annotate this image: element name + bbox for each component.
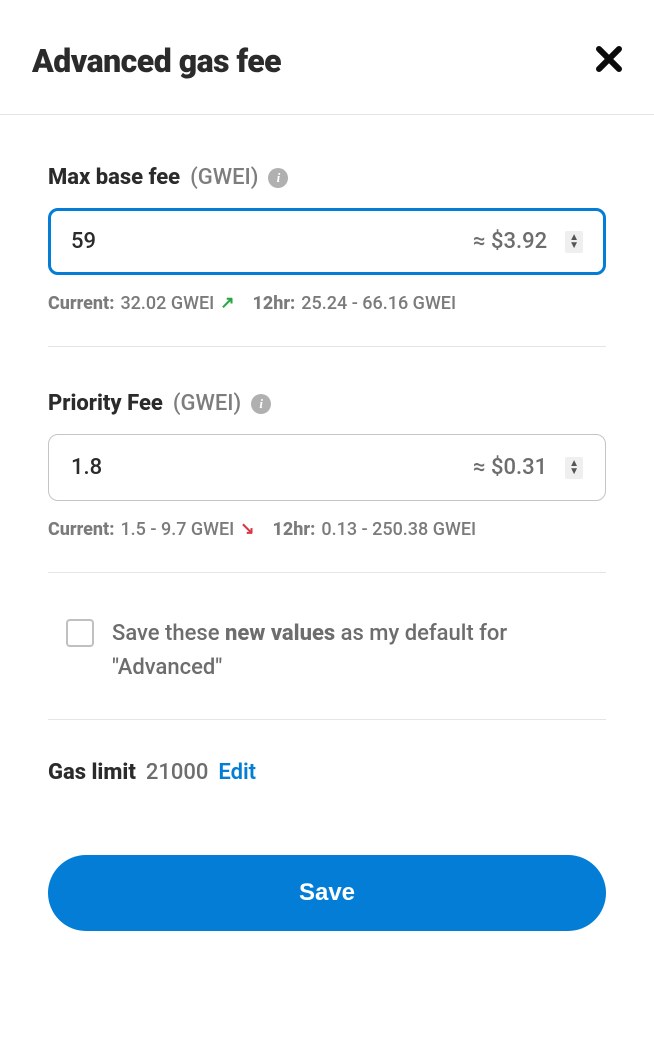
gas-fee-panel: Advanced gas fee Max base fee (GWEI) i 5… xyxy=(0,0,654,931)
twelve-hr-label: 12hr: xyxy=(252,293,295,314)
number-stepper[interactable]: ▲ ▼ xyxy=(565,457,583,479)
priority-fee-right: ≈ $0.31 ▲ ▼ xyxy=(473,455,583,480)
number-stepper[interactable]: ▲ ▼ xyxy=(565,231,583,253)
current-label: Current: xyxy=(48,519,114,540)
step-down-icon[interactable]: ▼ xyxy=(569,468,579,476)
priority-fee-section: Priority Fee (GWEI) i 1.8 ≈ $0.31 ▲ ▼ Cu… xyxy=(48,391,606,573)
gas-limit-label: Gas limit xyxy=(48,760,136,785)
page-title: Advanced gas fee xyxy=(32,42,281,80)
save-default-text: Save these new values as my default for … xyxy=(112,617,606,685)
trend-up-icon: ↗ xyxy=(220,293,234,313)
max-base-fee-input[interactable]: 59 ≈ $3.92 ▲ ▼ xyxy=(48,208,606,275)
save-default-prefix: Save these xyxy=(112,621,225,646)
twelve-hr-label: 12hr: xyxy=(273,519,316,540)
max-base-fee-label-row: Max base fee (GWEI) i xyxy=(48,165,606,190)
priority-fee-stats: Current: 1.5 - 9.7 GWEI ↘ 12hr: 0.13 - 2… xyxy=(48,519,606,573)
max-base-fee-stats: Current: 32.02 GWEI ↗ 12hr: 25.24 - 66.1… xyxy=(48,293,606,347)
twelve-hr-value: 0.13 - 250.38 GWEI xyxy=(321,519,476,540)
save-default-checkbox[interactable] xyxy=(66,619,94,647)
edit-gas-limit-link[interactable]: Edit xyxy=(218,760,256,785)
priority-fee-input[interactable]: 1.8 ≈ $0.31 ▲ ▼ xyxy=(48,434,606,501)
twelve-hr-value: 25.24 - 66.16 GWEI xyxy=(301,293,456,314)
close-icon xyxy=(596,46,622,72)
info-icon[interactable]: i xyxy=(251,394,271,414)
max-base-fee-value: 59 xyxy=(71,229,96,254)
current-label: Current: xyxy=(48,293,114,314)
max-base-fee-approx: ≈ $3.92 xyxy=(473,229,547,254)
max-base-fee-unit: (GWEI) xyxy=(190,165,258,190)
step-down-icon[interactable]: ▼ xyxy=(569,242,579,250)
priority-fee-label-row: Priority Fee (GWEI) i xyxy=(48,391,606,416)
priority-fee-value: 1.8 xyxy=(71,455,102,480)
max-base-fee-right: ≈ $3.92 ▲ ▼ xyxy=(473,229,583,254)
gas-limit-value: 21000 xyxy=(146,760,209,785)
save-default-row: Save these new values as my default for … xyxy=(48,617,606,720)
max-base-fee-label: Max base fee xyxy=(48,165,180,190)
priority-fee-unit: (GWEI) xyxy=(173,391,241,416)
priority-fee-label: Priority Fee xyxy=(48,391,163,416)
priority-fee-approx: ≈ $0.31 xyxy=(473,455,547,480)
current-value: 32.02 GWEI xyxy=(120,293,214,314)
current-value: 1.5 - 9.7 GWEI xyxy=(120,519,234,540)
save-button[interactable]: Save xyxy=(48,855,606,931)
gas-limit-row: Gas limit 21000 Edit xyxy=(48,760,606,785)
header: Advanced gas fee xyxy=(0,0,654,115)
content: Max base fee (GWEI) i 59 ≈ $3.92 ▲ ▼ Cur… xyxy=(0,115,654,931)
max-base-fee-section: Max base fee (GWEI) i 59 ≈ $3.92 ▲ ▼ Cur… xyxy=(48,165,606,347)
close-button[interactable] xyxy=(596,45,622,77)
save-default-bold: new values xyxy=(225,621,335,646)
info-icon[interactable]: i xyxy=(268,168,288,188)
trend-down-icon: ↘ xyxy=(240,519,254,539)
